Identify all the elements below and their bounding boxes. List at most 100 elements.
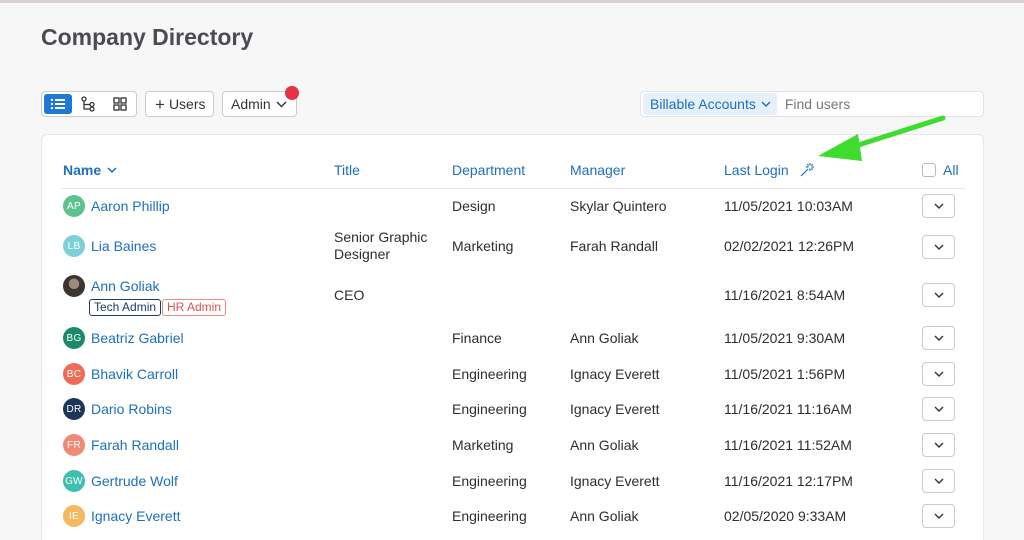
- department-cell: Design: [452, 198, 496, 214]
- avatar: LB: [63, 235, 85, 257]
- last-login-cell: 02/05/2020 9:33AM: [724, 508, 847, 524]
- row-actions-button[interactable]: [922, 504, 955, 528]
- view-switcher: [41, 91, 137, 117]
- org-chart-view-button[interactable]: [75, 94, 103, 114]
- magic-wand-icon[interactable]: [799, 162, 815, 178]
- notification-dot: [285, 86, 299, 100]
- page-title: Company Directory: [41, 24, 254, 50]
- list-view-button[interactable]: [44, 94, 72, 114]
- user-name-link[interactable]: Bhavik Carroll: [91, 366, 178, 382]
- last-login-header-label: Last Login: [724, 162, 789, 178]
- department-cell: Engineering: [452, 473, 527, 489]
- avatar: FR: [63, 434, 85, 456]
- user-name-link[interactable]: Dario Robins: [91, 401, 172, 417]
- filter-label: Billable Accounts: [650, 96, 756, 112]
- column-header-manager[interactable]: Manager: [570, 162, 625, 178]
- department-cell: Engineering: [452, 401, 527, 417]
- add-users-button[interactable]: + Users: [145, 91, 214, 117]
- row-actions-button[interactable]: [922, 433, 955, 457]
- department-cell: Marketing: [452, 437, 514, 453]
- manager-cell: Ann Goliak: [570, 437, 639, 453]
- row-actions-button[interactable]: [922, 283, 955, 307]
- user-name-link[interactable]: Ann Goliak: [91, 278, 159, 294]
- grid-view-button[interactable]: [106, 94, 134, 114]
- user-name-link[interactable]: Beatriz Gabriel: [91, 330, 184, 346]
- select-all-checkbox[interactable]: [922, 163, 936, 177]
- user-name-link[interactable]: Ignacy Everett: [91, 508, 181, 524]
- row-actions-button[interactable]: [922, 194, 955, 218]
- chevron-down-icon: [934, 442, 943, 448]
- last-login-cell: 11/16/2021 8:54AM: [724, 287, 846, 303]
- title-line: Designer: [334, 246, 391, 262]
- toolbar: + Users Admin Billable Accounts: [41, 86, 984, 117]
- column-header-department[interactable]: Department: [452, 162, 525, 178]
- name-header-label: Name: [63, 162, 102, 178]
- role-badges: Tech Admin HR Admin: [42, 299, 342, 317]
- user-name-link[interactable]: Aaron Phillip: [91, 198, 170, 214]
- title-cell: Senior Graphic Designer: [334, 229, 427, 263]
- add-users-label: Users: [168, 96, 206, 112]
- title-cell: CEO: [334, 287, 365, 303]
- avatar-photo: [63, 275, 85, 297]
- row-actions-button[interactable]: [922, 326, 955, 350]
- column-header-last-login[interactable]: Last Login: [724, 162, 815, 178]
- column-header-title[interactable]: Title: [334, 162, 360, 178]
- manager-cell: Ann Goliak: [570, 508, 639, 524]
- chevron-down-icon: [107, 167, 117, 173]
- chevron-down-icon: [934, 478, 943, 484]
- department-cell: Engineering: [452, 508, 527, 524]
- billable-accounts-filter[interactable]: Billable Accounts: [643, 93, 777, 115]
- plus-icon: +: [155, 94, 165, 114]
- header-divider: [61, 188, 965, 189]
- last-login-cell: 11/05/2021 1:56PM: [724, 366, 846, 382]
- avatar: BG: [63, 327, 85, 349]
- department-cell: Finance: [452, 330, 502, 346]
- chevron-down-icon: [934, 406, 943, 412]
- directory-table: Name Title Department Manager Last Login…: [41, 134, 984, 540]
- last-login-cell: 11/16/2021 12:17PM: [724, 473, 853, 489]
- chevron-down-icon: [934, 244, 943, 250]
- row-actions-button[interactable]: [922, 235, 955, 259]
- last-login-cell: 11/16/2021 11:52AM: [724, 437, 852, 453]
- manager-cell: Ignacy Everett: [570, 401, 660, 417]
- chevron-down-icon: [934, 371, 943, 377]
- last-login-cell: 11/05/2021 9:30AM: [724, 330, 846, 346]
- hr-admin-badge: HR Admin: [162, 299, 227, 316]
- manager-cell: Farah Randall: [570, 238, 658, 254]
- last-login-cell: 02/02/2021 12:26PM: [724, 238, 854, 254]
- chevron-down-icon: [276, 101, 287, 107]
- user-name-link[interactable]: Lia Baines: [91, 238, 156, 254]
- department-cell: Engineering: [452, 366, 527, 382]
- title-line: Senior Graphic: [334, 229, 428, 245]
- top-border: [0, 0, 1024, 3]
- department-cell: Marketing: [452, 238, 514, 254]
- row-actions-button[interactable]: [922, 397, 955, 421]
- manager-cell: Ann Goliak: [570, 330, 639, 346]
- user-name-link[interactable]: Farah Randall: [91, 437, 179, 453]
- list-view-icon: [51, 99, 65, 109]
- avatar: AP: [63, 195, 85, 217]
- row-actions-button[interactable]: [922, 362, 955, 386]
- last-login-cell: 11/16/2021 11:16AM: [724, 401, 852, 417]
- avatar: BC: [63, 363, 85, 385]
- tech-admin-badge: Tech Admin: [89, 299, 162, 316]
- manager-cell: Ignacy Everett: [570, 366, 660, 382]
- column-header-name[interactable]: Name: [63, 162, 117, 178]
- avatar: IE: [63, 505, 85, 527]
- org-chart-icon: [81, 96, 95, 112]
- select-all[interactable]: All: [922, 162, 959, 178]
- last-login-cell: 11/05/2021 10:03AM: [724, 198, 853, 214]
- user-name-link[interactable]: Gertrude Wolf: [91, 473, 178, 489]
- manager-cell: Skylar Quintero: [570, 198, 667, 214]
- select-all-label: All: [943, 162, 959, 178]
- search-bar: Billable Accounts: [640, 91, 984, 117]
- avatar: GW: [63, 470, 85, 492]
- chevron-down-icon: [934, 335, 943, 341]
- grid-view-icon: [113, 97, 127, 111]
- avatar: DR: [63, 398, 85, 420]
- row-actions-button[interactable]: [922, 469, 955, 493]
- find-users-input[interactable]: [784, 96, 975, 112]
- admin-label: Admin: [231, 96, 271, 112]
- chevron-down-icon: [934, 292, 943, 298]
- chevron-down-icon: [761, 101, 771, 107]
